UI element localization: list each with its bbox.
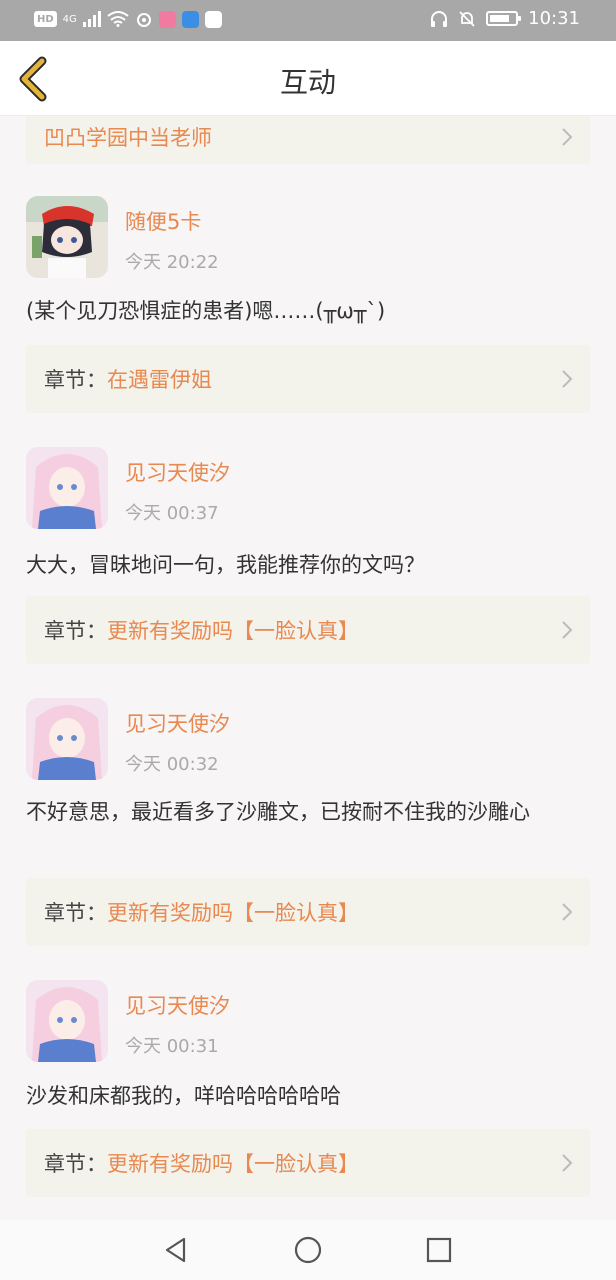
wifi-icon	[107, 11, 129, 27]
circle-home-icon[interactable]	[294, 1236, 322, 1264]
weibo-icon	[136, 13, 151, 27]
chapter-link[interactable]: 章节：更新有奖励吗【一脸认真】	[26, 1129, 590, 1197]
chevron-right-icon	[562, 903, 573, 921]
chapter-label: 凹凸学园中当老师	[44, 125, 212, 150]
chapter-label: 章节：更新有奖励吗【一脸认真】	[44, 1152, 359, 1176]
mute-bell-icon	[459, 10, 475, 27]
triangle-back-icon[interactable]	[162, 1236, 190, 1264]
chevron-right-icon	[562, 370, 573, 388]
chapter-label: 章节：在遇雷伊姐	[44, 368, 212, 392]
comment-text: 沙发和床都我的，咩哈哈哈哈哈哈	[26, 1084, 341, 1108]
timestamp: 今天 00:32	[125, 754, 219, 775]
app-blue-icon	[181, 10, 199, 28]
timestamp: 今天 00:31	[125, 1036, 219, 1057]
page-title: 互动	[279, 66, 336, 99]
chevron-right-icon	[562, 1154, 573, 1172]
chapter-link[interactable]: 章节：更新有奖励吗【一脸认真】	[26, 878, 590, 946]
chapter-link[interactable]: 凹凸学园中当老师	[26, 116, 590, 164]
clock: 10:31	[528, 8, 580, 29]
username[interactable]: 见习天使汐	[125, 457, 230, 487]
username[interactable]: 随便5卡	[125, 206, 201, 236]
app-pink-icon	[158, 10, 176, 28]
chevron-right-icon	[562, 128, 573, 146]
system-nav-bar	[0, 1220, 616, 1280]
square-recent-icon[interactable]	[425, 1236, 453, 1264]
chapter-label: 章节：更新有奖励吗【一脸认真】	[44, 619, 359, 643]
comment-text: (某个见刀恐惧症的患者)嗯……(╥ω╥`)	[26, 299, 386, 323]
username[interactable]: 见习天使汐	[125, 990, 230, 1020]
chapter-link[interactable]: 章节：更新有奖励吗【一脸认真】	[26, 596, 590, 664]
status-right: 10:31	[430, 8, 580, 29]
chapter-label: 章节：更新有奖励吗【一脸认真】	[44, 901, 359, 925]
chevron-right-icon	[562, 621, 573, 639]
signal-label: 4G	[62, 13, 77, 25]
app-100-icon	[204, 10, 222, 28]
battery-icon	[486, 11, 522, 26]
username[interactable]: 见习天使汐	[125, 708, 230, 738]
signal-icon	[82, 11, 101, 27]
headphones-icon	[431, 10, 448, 27]
avatar[interactable]	[26, 980, 108, 1062]
comment-list[interactable]: 凹凸学园中当老师 随便5卡 今天 20:22 (某个见刀恐惧症的患者)嗯……(╥…	[0, 116, 616, 1220]
timestamp: 今天 00:37	[125, 503, 219, 524]
status-left: HD 4G	[34, 10, 222, 28]
status-bar: HD 4G 10:31	[0, 0, 616, 41]
timestamp: 今天 20:22	[125, 252, 219, 273]
hd-badge: HD	[34, 11, 57, 27]
chapter-link[interactable]: 章节：在遇雷伊姐	[26, 345, 590, 413]
app-bar: 互动	[0, 41, 616, 116]
comment-text: 大大，冒昧地问一句，我能推荐你的文吗？	[26, 553, 425, 577]
avatar[interactable]	[26, 698, 108, 780]
avatar[interactable]	[26, 196, 108, 278]
avatar[interactable]	[26, 447, 108, 529]
comment-text: 不好意思，最近看多了沙雕文，已按耐不住我的沙雕心	[26, 800, 530, 824]
